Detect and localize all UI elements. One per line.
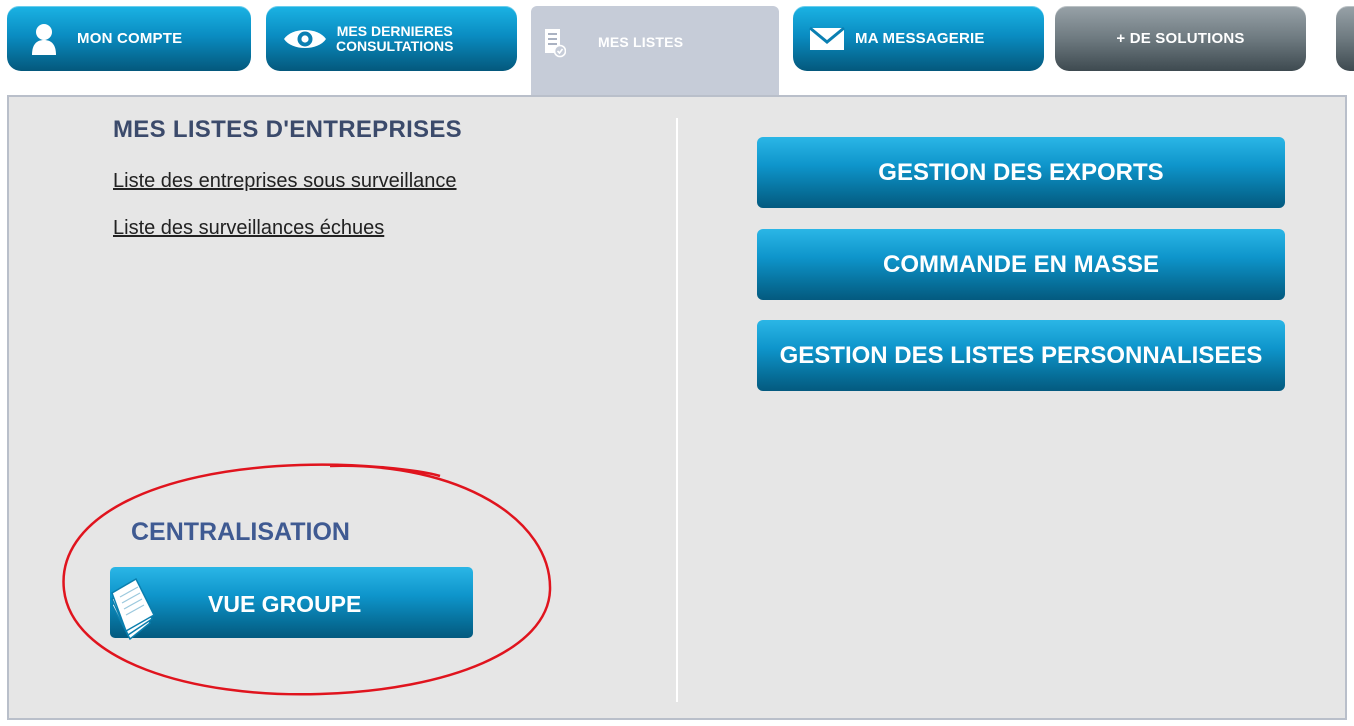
column-divider: [676, 118, 678, 702]
user-icon: [31, 22, 57, 56]
eye-icon: [282, 25, 328, 53]
section-title: MES LISTES D'ENTREPRISES: [113, 116, 462, 143]
tab-dernieres-label-line1: MES DERNIERES: [336, 22, 453, 39]
tab-overflow-edge[interactable]: [1336, 6, 1354, 71]
link-surveillances-echues[interactable]: Liste des surveillances échues: [113, 217, 384, 240]
top-navigation: MON COMPTE MES DERNIERES CONSULTATIONS M…: [0, 0, 1354, 96]
tab-dernieres-label-line2: CONSULTATIONS: [336, 37, 454, 54]
gestion-listes-button[interactable]: GESTION DES LISTES PERSONNALISEES: [757, 320, 1285, 391]
tab-dernieres-consultations[interactable]: MES DERNIERES CONSULTATIONS: [266, 6, 517, 71]
stacked-documents-icon: [110, 577, 158, 647]
tab-de-solutions[interactable]: + DE SOLUTIONS: [1055, 6, 1306, 71]
gestion-exports-button[interactable]: GESTION DES EXPORTS: [757, 137, 1285, 208]
tab-de-solutions-label: + DE SOLUTIONS: [1116, 30, 1245, 47]
vue-groupe-label: VUE GROUPE: [208, 591, 362, 617]
tab-ma-messagerie-label: MA MESSAGERIE: [855, 30, 985, 47]
vue-groupe-button[interactable]: VUE GROUPE: [110, 567, 473, 641]
link-entreprises-surveillance[interactable]: Liste des entreprises sous surveillance: [113, 170, 457, 193]
tab-ma-messagerie[interactable]: MA MESSAGERIE: [793, 6, 1044, 71]
commande-masse-button[interactable]: COMMANDE EN MASSE: [757, 229, 1285, 300]
document-check-icon: [544, 28, 566, 58]
tab-mes-listes-label: MES LISTES: [598, 34, 684, 50]
envelope-icon: [809, 26, 845, 52]
tab-mon-compte-label: MON COMPTE: [77, 30, 183, 47]
tab-mon-compte[interactable]: MON COMPTE: [7, 6, 251, 71]
centralisation-title: CENTRALISATION: [131, 518, 350, 546]
tab-dernieres-label: MES DERNIERES CONSULTATIONS: [336, 22, 454, 54]
tab-mes-listes[interactable]: MES LISTES: [531, 6, 779, 96]
